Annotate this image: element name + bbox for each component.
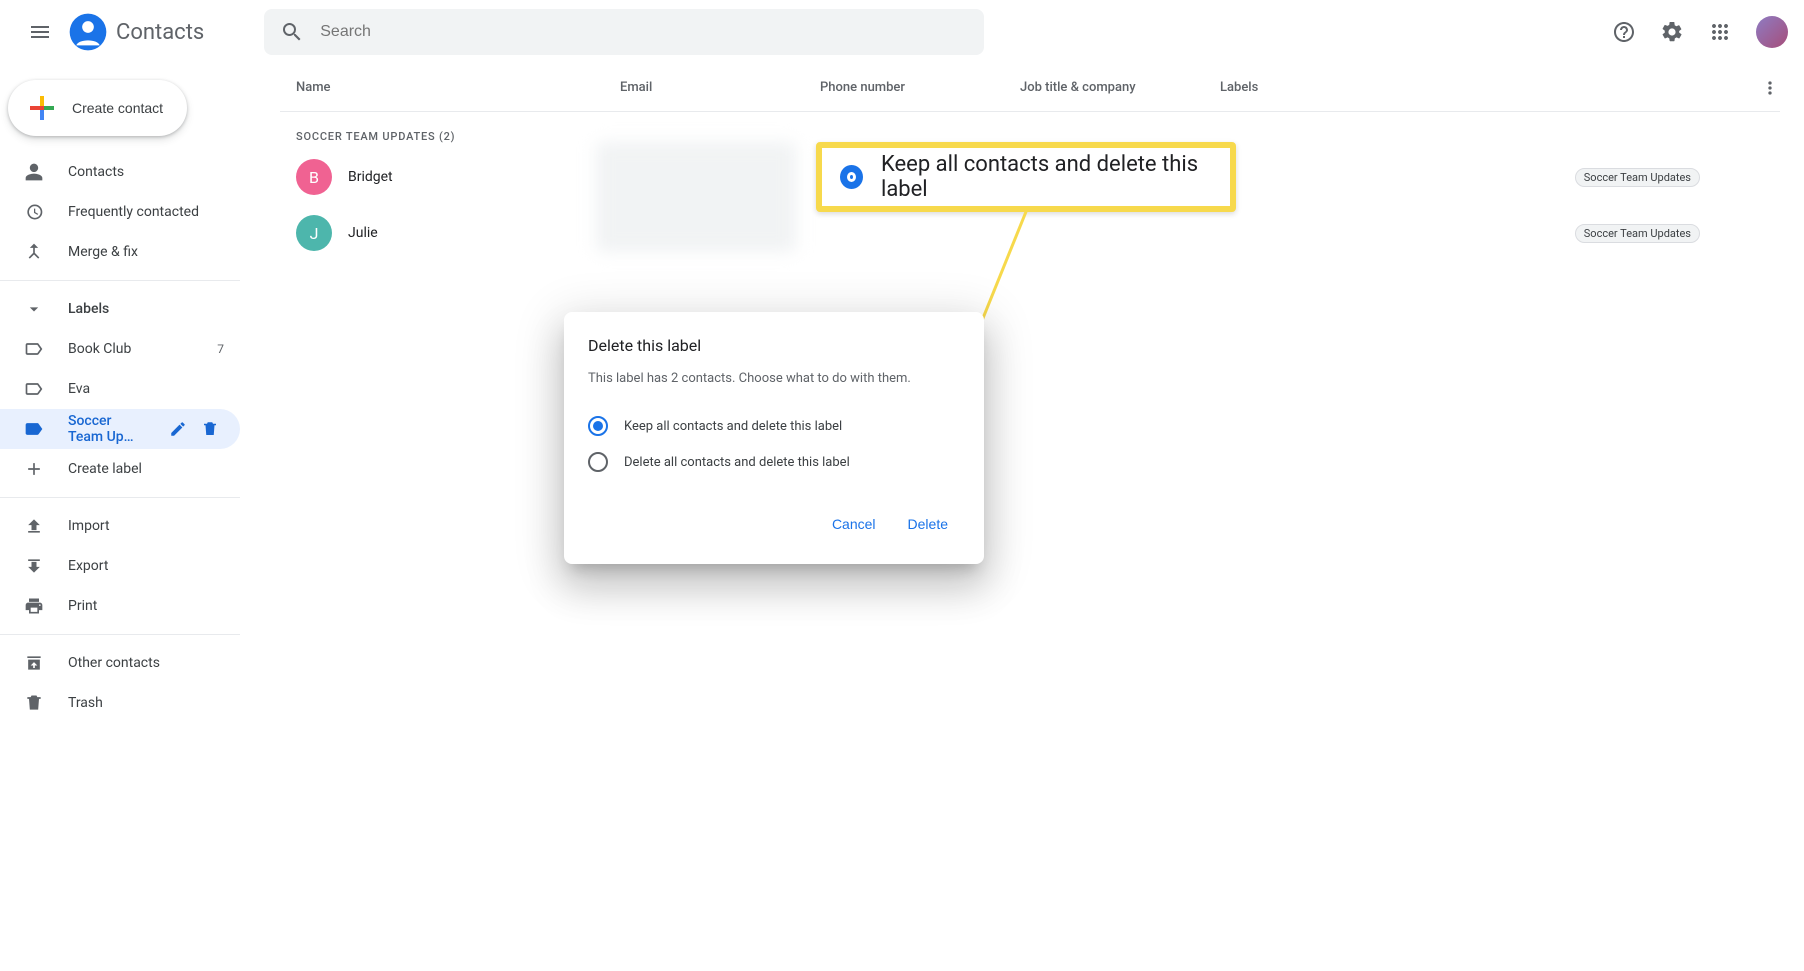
topbar: Contacts xyxy=(0,0,1804,64)
contact-label-chip[interactable]: Soccer Team Updates xyxy=(1575,224,1700,243)
main-menu-icon[interactable] xyxy=(16,8,64,56)
radio-selected-icon xyxy=(840,165,863,189)
archive-icon xyxy=(24,653,44,673)
contacts-logo-icon xyxy=(68,12,108,52)
sidebar-item-contacts[interactable]: Contacts xyxy=(0,152,240,192)
settings-gear-icon[interactable] xyxy=(1652,12,1692,52)
sidebar-labels-heading[interactable]: Labels xyxy=(0,289,256,329)
sidebar-label-book-club[interactable]: Book Club 7 xyxy=(0,329,240,369)
app-name: Contacts xyxy=(116,20,204,45)
create-contact-label: Create contact xyxy=(72,100,163,116)
sidebar-heading-label: Labels xyxy=(68,301,109,317)
option-delete-contacts[interactable]: Delete all contacts and delete this labe… xyxy=(588,444,960,480)
sidebar-label-name: Soccer Team Up… xyxy=(68,413,140,445)
list-settings-icon[interactable] xyxy=(1740,78,1780,98)
export-icon xyxy=(24,556,44,576)
sidebar-create-label[interactable]: Create label xyxy=(0,449,240,489)
label-icon xyxy=(24,339,44,359)
sidebar-label-soccer-team[interactable]: Soccer Team Up… xyxy=(0,409,240,449)
cancel-button[interactable]: Cancel xyxy=(820,508,888,540)
column-headers: Name Email Phone number Job title & comp… xyxy=(280,64,1780,112)
radio-icon xyxy=(588,416,608,436)
sidebar-item-merge[interactable]: Merge & fix xyxy=(0,232,240,272)
label-icon xyxy=(24,419,44,439)
plus-icon xyxy=(24,90,60,126)
sidebar-label-count: 7 xyxy=(217,342,224,356)
callout-text: Keep all contacts and delete this label xyxy=(881,152,1212,202)
divider xyxy=(0,280,240,281)
topbar-actions xyxy=(1604,12,1788,52)
sidebar-label: Create label xyxy=(68,461,142,477)
search-icon xyxy=(280,20,304,44)
column-email: Email xyxy=(620,80,820,95)
sidebar-item-trash[interactable]: Trash xyxy=(0,683,240,723)
sidebar-label: Frequently contacted xyxy=(68,204,199,220)
create-contact-button[interactable]: Create contact xyxy=(8,80,187,136)
column-phone: Phone number xyxy=(820,80,1020,95)
plus-icon xyxy=(24,459,44,479)
trash-icon xyxy=(24,693,44,713)
search-input[interactable] xyxy=(320,23,968,41)
sidebar-item-other[interactable]: Other contacts xyxy=(0,643,240,683)
search-bar[interactable] xyxy=(264,9,984,55)
clock-icon xyxy=(24,202,44,222)
label-icon xyxy=(24,379,44,399)
sidebar-label: Merge & fix xyxy=(68,244,138,260)
sidebar-item-print[interactable]: Print xyxy=(0,586,240,626)
help-icon[interactable] xyxy=(1604,12,1644,52)
column-name: Name xyxy=(280,80,620,95)
contact-label-chip[interactable]: Soccer Team Updates xyxy=(1575,168,1700,187)
sidebar-label-name: Eva xyxy=(68,381,90,397)
contact-avatar: B xyxy=(296,159,332,195)
delete-label-dialog: Delete this label This label has 2 conta… xyxy=(564,312,984,564)
sidebar-label: Import xyxy=(68,518,110,534)
sidebar-item-export[interactable]: Export xyxy=(0,546,240,586)
print-icon xyxy=(24,596,44,616)
radio-icon xyxy=(588,452,608,472)
delete-label-icon[interactable] xyxy=(196,415,224,443)
sidebar: Create contact Contacts Frequently conta… xyxy=(0,64,256,971)
edit-label-icon[interactable] xyxy=(164,415,192,443)
merge-icon xyxy=(24,242,44,262)
dialog-title: Delete this label xyxy=(588,336,960,355)
redacted-region xyxy=(596,142,796,252)
sidebar-label-eva[interactable]: Eva xyxy=(0,369,240,409)
delete-button[interactable]: Delete xyxy=(896,508,960,540)
contact-avatar: J xyxy=(296,215,332,251)
dialog-body: This label has 2 contacts. Choose what t… xyxy=(588,371,960,386)
sidebar-item-frequent[interactable]: Frequently contacted xyxy=(0,192,240,232)
divider xyxy=(0,497,240,498)
sidebar-label: Print xyxy=(68,598,97,614)
sidebar-label: Trash xyxy=(68,695,103,711)
column-job: Job title & company xyxy=(1020,80,1220,95)
contact-name: Julie xyxy=(348,225,636,241)
app-logo[interactable]: Contacts xyxy=(68,12,204,52)
import-icon xyxy=(24,516,44,536)
chevron-down-icon xyxy=(24,299,44,319)
account-avatar[interactable] xyxy=(1756,16,1788,48)
contact-row[interactable]: J Julie Soccer Team Updates xyxy=(280,205,1780,261)
google-apps-icon[interactable] xyxy=(1700,12,1740,52)
column-labels: Labels xyxy=(1220,80,1740,95)
sidebar-label-name: Book Club xyxy=(68,341,131,357)
divider xyxy=(0,634,240,635)
sidebar-label: Other contacts xyxy=(68,655,160,671)
option-label: Delete all contacts and delete this labe… xyxy=(624,455,850,470)
annotation-callout: Keep all contacts and delete this label xyxy=(816,142,1236,212)
sidebar-label: Contacts xyxy=(68,164,124,180)
option-keep-contacts[interactable]: Keep all contacts and delete this label xyxy=(588,408,960,444)
sidebar-label: Export xyxy=(68,558,108,574)
person-icon xyxy=(24,162,44,182)
option-label: Keep all contacts and delete this label xyxy=(624,419,842,434)
contact-name: Bridget xyxy=(348,169,636,185)
sidebar-item-import[interactable]: Import xyxy=(0,506,240,546)
main-area: Name Email Phone number Job title & comp… xyxy=(256,64,1804,971)
